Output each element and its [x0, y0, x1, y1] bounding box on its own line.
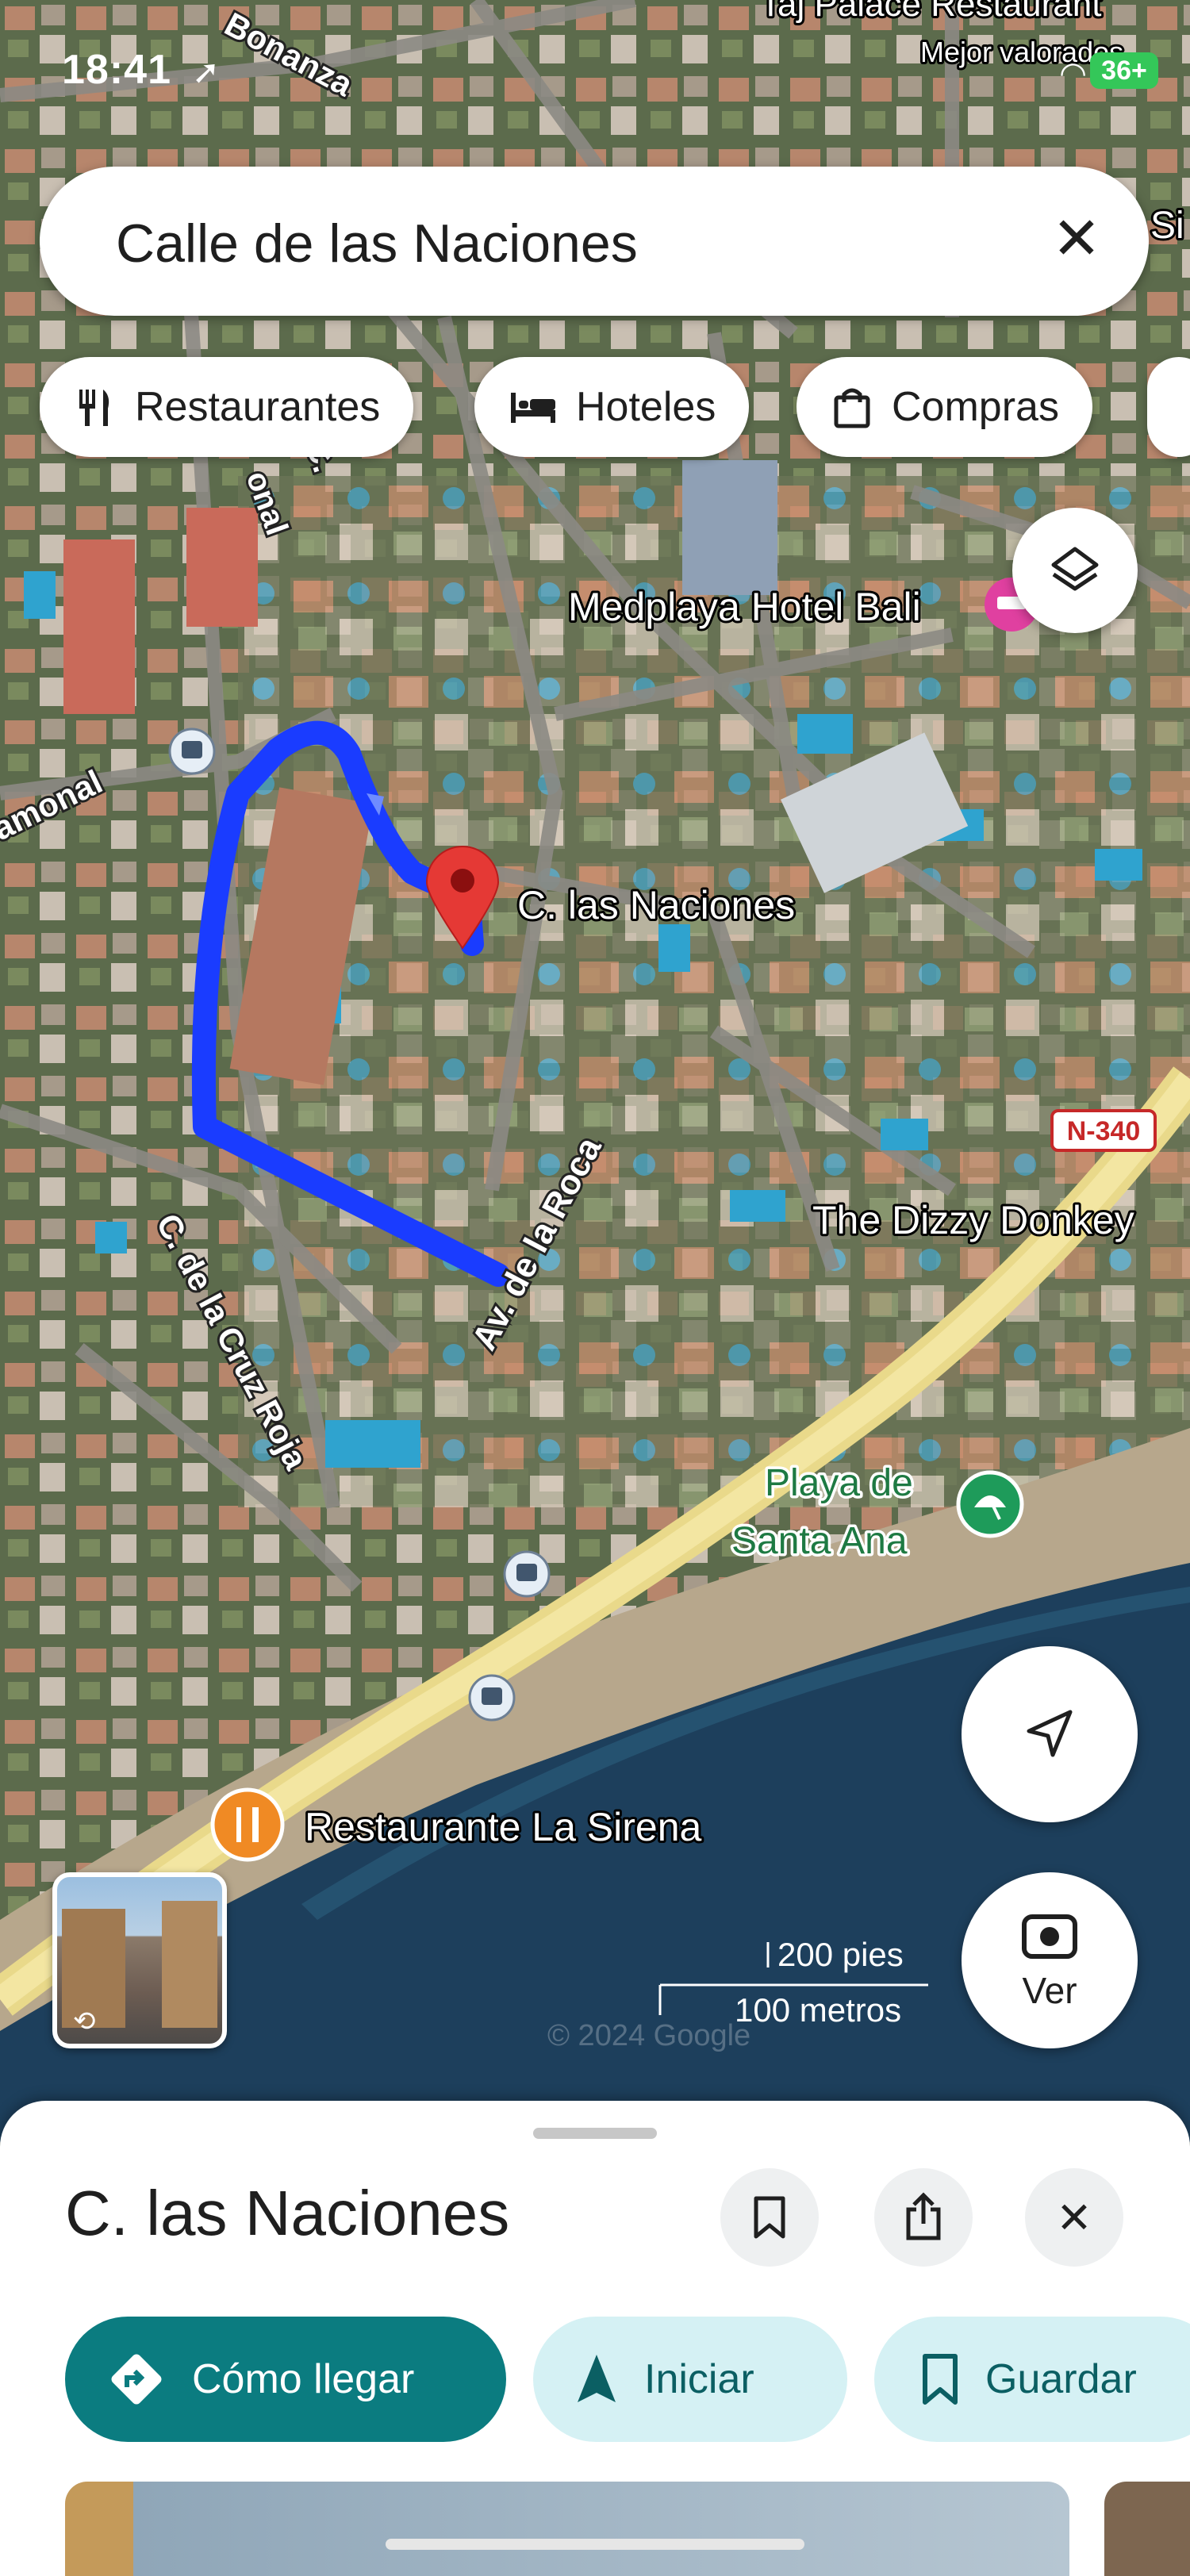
poi-label-dizzy-donkey[interactable]: The Dizzy Donkey — [810, 1196, 1137, 1245]
place-title: C. las Naciones — [65, 2178, 510, 2248]
close-sheet-button[interactable]: ✕ — [1025, 2168, 1123, 2267]
home-indicator[interactable] — [386, 2539, 804, 2550]
poi-label-restaurant-sirena[interactable]: Restaurante La Sirena — [302, 1802, 704, 1852]
search-bar[interactable]: Calle de las Naciones ✕ — [40, 167, 1149, 316]
battery-indicator: 36+ — [1090, 52, 1158, 89]
sheet-drag-handle[interactable] — [533, 2128, 657, 2139]
scale-meters-label: 100 metros — [735, 1991, 901, 2029]
chip-label: Restaurantes — [135, 384, 381, 430]
road-shield-n340: N-340 — [1050, 1109, 1157, 1152]
beach-marker-icon[interactable] — [956, 1470, 1024, 1538]
chip-label: Compras — [892, 384, 1059, 430]
camera-lens-icon — [1022, 1914, 1077, 1959]
navigation-arrow-icon — [578, 2355, 616, 2402]
scale-feet-label: 200 pies — [777, 1936, 904, 1973]
share-button[interactable] — [874, 2168, 973, 2267]
fork-knife-icon — [79, 390, 109, 426]
street-view-thumbnail[interactable]: ⟲ — [52, 1872, 227, 2048]
share-icon — [906, 2192, 941, 2240]
place-photo[interactable] — [65, 2482, 133, 2576]
poi-label-beach-line2[interactable]: Santa Ana — [729, 1518, 911, 1565]
save-button[interactable]: Guardar — [874, 2317, 1190, 2442]
place-photos-strip[interactable] — [65, 2482, 1190, 2576]
start-button[interactable]: Iniciar — [533, 2317, 847, 2442]
save-bookmark-button[interactable] — [720, 2168, 819, 2267]
satellite-map[interactable]: N-340 Bonanza Taj Palace Restaurant Mejo… — [0, 0, 1190, 2142]
shopping-bag-icon — [834, 388, 870, 428]
directions-label: Cómo llegar — [192, 2356, 415, 2402]
layers-icon — [1051, 547, 1099, 591]
close-icon: ✕ — [1056, 2194, 1092, 2242]
my-location-button[interactable] — [962, 1646, 1138, 1822]
bookmark-icon — [923, 2354, 958, 2405]
directions-button[interactable]: Cómo llegar — [65, 2317, 506, 2442]
place-photo[interactable] — [133, 2482, 1069, 2576]
bookmark-icon — [754, 2196, 785, 2239]
road-label-cut: Si — [1150, 205, 1184, 247]
restaurant-marker-icon[interactable] — [210, 1787, 285, 1862]
bus-stop-icon[interactable] — [468, 1674, 516, 1722]
poi-label-beach-line1[interactable]: Playa de — [762, 1460, 916, 1507]
directions-icon — [111, 2354, 162, 2405]
map-copyright: © 2024 Google — [547, 2019, 750, 2052]
poi-label-destination[interactable]: C. las Naciones — [515, 881, 797, 930]
bus-stop-icon[interactable] — [503, 1550, 551, 1598]
bed-icon — [511, 393, 555, 423]
save-label: Guardar — [985, 2356, 1137, 2402]
chip-label: Hoteles — [576, 384, 716, 430]
rotate-360-icon: ⟲ — [73, 2006, 96, 2037]
view-label: Ver — [1022, 1970, 1077, 2011]
chip-compras[interactable]: Compras — [797, 357, 1092, 457]
chip-restaurantes[interactable]: Restaurantes — [40, 357, 414, 457]
place-sheet[interactable]: C. las Naciones ✕ Cómo llegar Iniciar Gu… — [0, 2101, 1190, 2576]
place-photo[interactable] — [1104, 2482, 1190, 2576]
location-arrow-icon: ➚ — [192, 53, 221, 90]
wifi-icon: ◠ — [1059, 56, 1087, 91]
poi-label-hotel[interactable]: Medplaya Hotel Bali — [566, 582, 923, 632]
search-query[interactable]: Calle de las Naciones — [116, 213, 638, 274]
road-shield-label: N-340 — [1067, 1116, 1141, 1146]
chip-more[interactable] — [1147, 357, 1190, 457]
clear-search-icon[interactable]: ✕ — [1052, 209, 1101, 268]
location-arrow-icon — [1027, 1710, 1073, 1757]
bus-stop-icon[interactable] — [168, 727, 216, 775]
maps-screen: N-340 Bonanza Taj Palace Restaurant Mejo… — [0, 0, 1190, 2576]
status-time: 18:41 — [62, 47, 171, 93]
chip-hoteles[interactable]: Hoteles — [474, 357, 750, 457]
start-label: Iniciar — [644, 2356, 754, 2402]
view-lens-button[interactable]: Ver — [962, 1872, 1138, 2048]
layers-button[interactable] — [1012, 508, 1138, 633]
status-bar: 18:41 ➚ ◠ 36+ — [0, 0, 1190, 143]
